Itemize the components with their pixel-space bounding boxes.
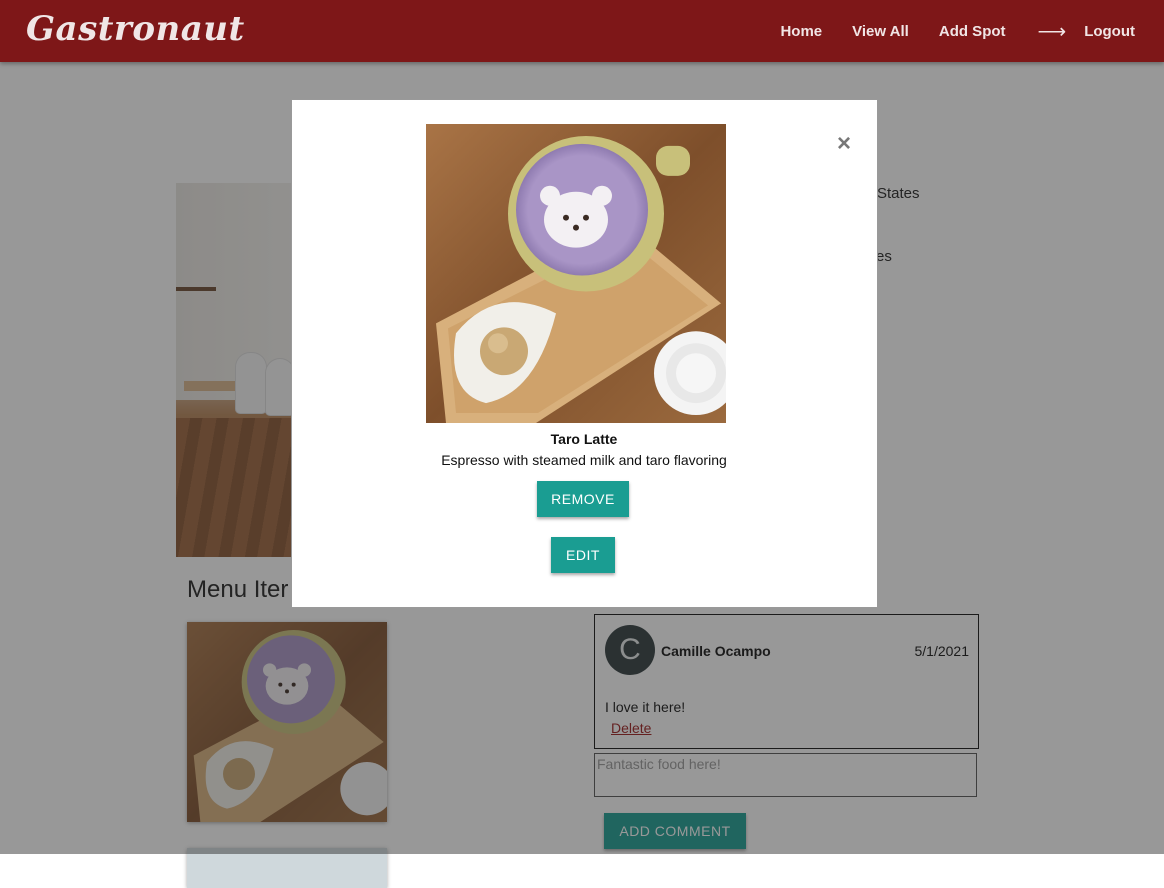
- navbar: Gastronaut Home View All Add Spot ⟶ Logo…: [0, 0, 1164, 62]
- item-name: Taro Latte: [550, 431, 618, 447]
- close-icon[interactable]: ×: [834, 132, 854, 156]
- taro-latte-image: [426, 124, 726, 423]
- item-description: Espresso with steamed milk and taro flav…: [441, 452, 727, 468]
- menu-item-modal: × Taro Latte Espresso with steamed milk …: [291, 99, 878, 608]
- nav-view-all-link[interactable]: View All: [852, 23, 909, 40]
- menu-item-card[interactable]: [187, 848, 387, 888]
- nav-add-spot-link[interactable]: Add Spot: [939, 23, 1006, 40]
- brand-logo[interactable]: Gastronaut: [26, 4, 245, 54]
- remove-button[interactable]: REMOVE: [537, 481, 629, 517]
- nav-home-link[interactable]: Home: [780, 23, 822, 40]
- nav-logout-link[interactable]: Logout: [1084, 23, 1135, 40]
- nav-links: Home View All Add Spot ⟶ Logout: [750, 0, 1135, 62]
- logout-arrow-icon: ⟶: [1037, 20, 1067, 43]
- menu-item-photo: [426, 124, 726, 423]
- edit-button[interactable]: EDIT: [551, 537, 615, 573]
